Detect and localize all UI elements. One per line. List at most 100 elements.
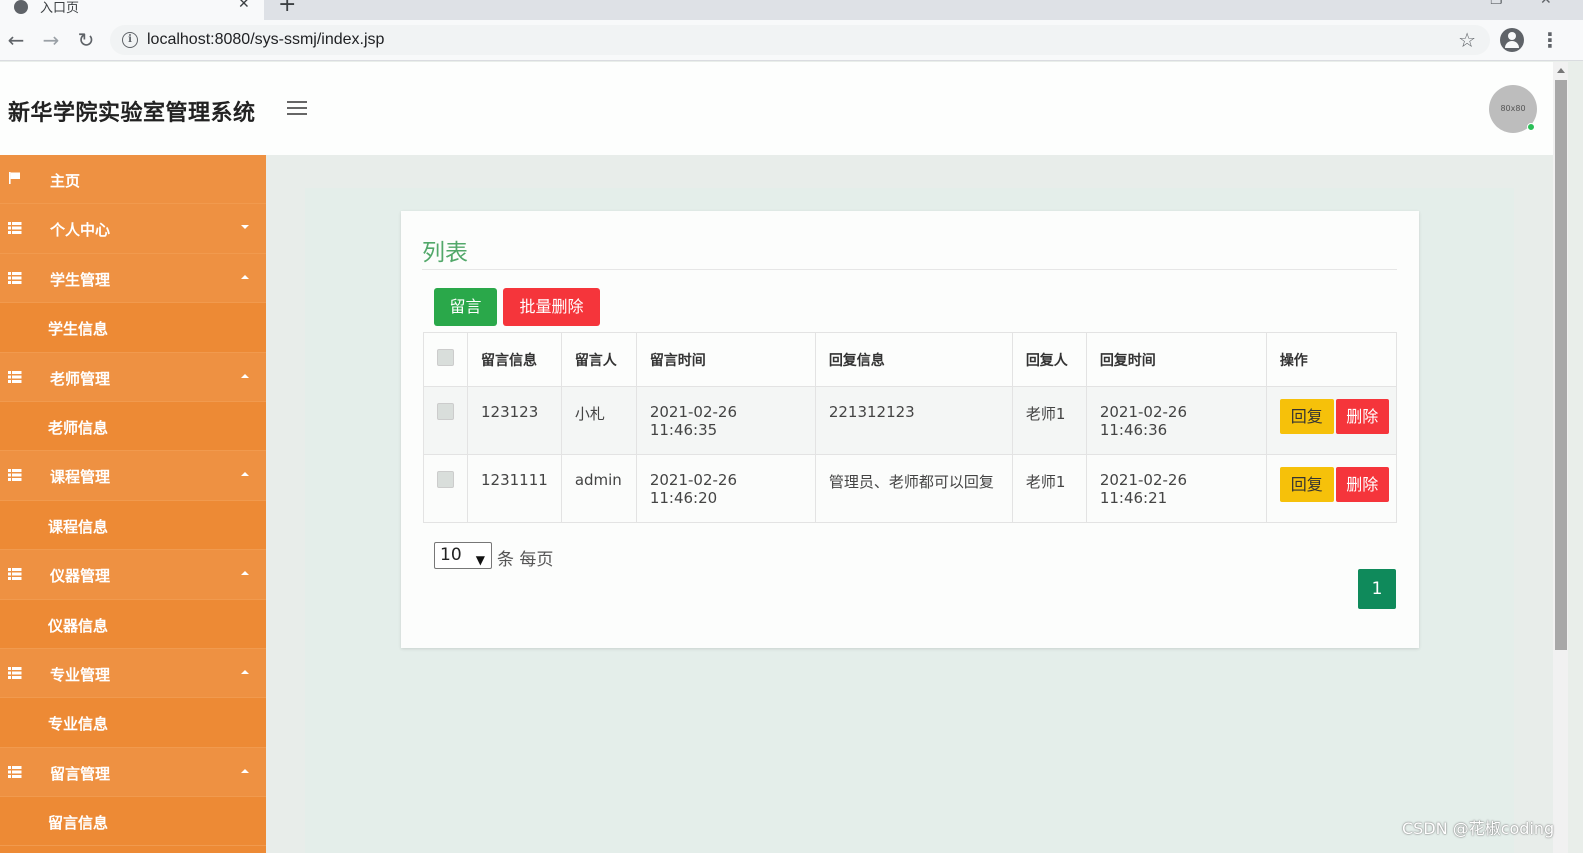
sidebar-item[interactable]: 主页	[0, 155, 266, 205]
sidebar-item[interactable]: 留言管理	[0, 747, 266, 798]
sidebar-item[interactable]: 专业信息	[0, 698, 266, 748]
sidebar-item[interactable]: 老师信息	[0, 401, 266, 452]
page-size-select[interactable]: 10 ▼	[434, 542, 492, 569]
app-title: 新华学院实验室管理系统	[8, 101, 256, 126]
close-icon[interactable]: ✕	[238, 0, 250, 12]
delete-button[interactable]: 删除	[1335, 467, 1389, 502]
sidebar-item-label: 仪器信息	[48, 616, 109, 635]
sidebar-item[interactable]: 留言信息	[0, 797, 266, 847]
row-checkbox-cell	[423, 454, 468, 523]
col-header-message[interactable]: 留言信息	[467, 332, 562, 387]
grid-icon	[8, 666, 22, 679]
col-header-reply[interactable]: 回复信息	[814, 332, 1013, 387]
table-cell: 2021-02-26 11:46:36	[1085, 386, 1267, 455]
delete-button[interactable]: 删除	[1335, 399, 1389, 434]
grid-icon	[8, 370, 22, 383]
sidebar-item-label: 专业管理	[50, 665, 111, 684]
back-icon[interactable]: ←	[4, 28, 28, 52]
table-row: 1231111 admin 2021-02-26 11:46:20 管理员、老师都可以…	[423, 454, 1398, 523]
row-checkbox[interactable]	[437, 471, 454, 488]
avatar[interactable]: 80x80	[1489, 85, 1537, 133]
sidebar-item-label: 留言管理	[50, 764, 111, 783]
online-status-dot	[1527, 123, 1535, 131]
sidebar-item[interactable]: 专业管理	[0, 648, 266, 699]
sidebar-item-label: 仪器管理	[50, 567, 111, 586]
caret-down-icon	[241, 225, 249, 230]
chevron-down-icon: ▼	[475, 553, 485, 567]
sidebar-item-label: 专业信息	[48, 715, 109, 734]
caret-up-icon	[241, 768, 249, 773]
sidebar-item[interactable]: 个人中心	[0, 204, 266, 254]
select-all-cell	[423, 332, 468, 387]
sidebar-item[interactable]: 仪器管理	[0, 550, 266, 600]
watermark: CSDN @花椒coding	[1402, 819, 1555, 838]
scrollbar[interactable]	[1553, 62, 1568, 853]
card-title: 列表	[422, 240, 468, 266]
bookmark-star-icon[interactable]: ☆	[1458, 28, 1476, 52]
caret-up-icon	[241, 274, 249, 279]
globe-icon	[14, 0, 28, 14]
scroll-thumb[interactable]	[1555, 80, 1567, 650]
browser-tab[interactable]: 入口页 ✕	[0, 0, 264, 20]
omnibox[interactable]: i localhost:8080/sys-ssmj/index.jsp ☆	[110, 25, 1490, 55]
new-tab-icon[interactable]: +	[278, 0, 296, 17]
batch-delete-button[interactable]: 批量删除	[503, 288, 600, 326]
sidebar-item[interactable]: 课程管理	[0, 451, 266, 501]
profile-icon[interactable]	[1500, 28, 1524, 52]
restore-icon[interactable]: ❐	[1490, 0, 1503, 8]
reload-icon[interactable]: ↻	[74, 28, 98, 52]
sidebar-item[interactable]: 学生信息	[0, 303, 266, 353]
url-text[interactable]: localhost:8080/sys-ssmj/index.jsp	[147, 31, 384, 49]
table-cell: 老师1	[1011, 454, 1087, 523]
table-cell: 管理员、老师都可以回复	[814, 454, 1013, 523]
col-header-author[interactable]: 留言人	[560, 332, 637, 387]
table-cell: admin	[560, 454, 637, 523]
select-all-checkbox[interactable]	[437, 349, 454, 366]
more-vert-icon[interactable]: ⋮	[1540, 28, 1560, 52]
grid-icon	[8, 222, 22, 235]
info-icon[interactable]: i	[122, 32, 138, 48]
table-cell: 小札	[560, 386, 637, 455]
caret-up-icon	[241, 669, 249, 674]
add-message-button[interactable]: 留言	[434, 288, 497, 326]
hamburger-icon[interactable]	[287, 101, 307, 117]
page-button-1[interactable]: 1	[1358, 569, 1396, 609]
reply-button[interactable]: 回复	[1279, 399, 1334, 434]
avatar-placeholder-text: 80x80	[1500, 104, 1526, 113]
per-page-label: 条 每页	[497, 550, 554, 570]
table-cell: 1231111	[467, 454, 562, 523]
actions-cell: 回复 删除	[1265, 454, 1398, 523]
sidebar-item-label: 留言信息	[48, 814, 109, 833]
table-cell: 2021-02-26 11:46:21	[1085, 454, 1267, 523]
list-card: 列表 留言 批量删除 留言信息 留言人 留言时间 回复信息 回复人 回复时间 操…	[401, 211, 1419, 648]
col-header-time[interactable]: 留言时间	[635, 332, 816, 387]
sidebar-item[interactable]: 老师管理	[0, 352, 266, 402]
grid-icon	[8, 271, 22, 284]
page-size-value: 10	[440, 545, 462, 565]
reply-button[interactable]: 回复	[1279, 467, 1334, 502]
caret-up-icon	[241, 373, 249, 378]
sidebar-item[interactable]: 课程信息	[0, 500, 266, 551]
grid-icon	[8, 568, 22, 581]
address-bar: ← → ↻ i localhost:8080/sys-ssmj/index.js…	[0, 20, 1583, 61]
scroll-up-icon[interactable]	[1557, 68, 1565, 73]
table-header-row: 留言信息 留言人 留言时间 回复信息 回复人 回复时间 操作	[423, 332, 1398, 387]
col-header-reply-time[interactable]: 回复时间	[1085, 332, 1267, 387]
table-cell: 221312123	[814, 386, 1013, 455]
table-cell: 123123	[467, 386, 562, 455]
row-checkbox-cell	[423, 386, 468, 455]
sidebar-item-label: 学生管理	[50, 270, 111, 289]
message-table: 留言信息 留言人 留言时间 回复信息 回复人 回复时间 操作 123123 小札 2…	[423, 332, 1398, 523]
sidebar-item[interactable]: 仪器信息	[0, 599, 266, 649]
grid-icon	[8, 765, 22, 778]
window-close-icon[interactable]: ✕	[1540, 0, 1552, 8]
sidebar-item-label: 课程信息	[48, 517, 109, 536]
caret-up-icon	[241, 571, 249, 576]
table-row: 123123 小札 2021-02-26 11:46:35 221312123 老师1 2…	[423, 386, 1398, 455]
browser-tabstrip: 入口页 ✕ + ❐ ✕	[0, 0, 1583, 20]
col-header-replier[interactable]: 回复人	[1011, 332, 1087, 387]
row-checkbox[interactable]	[437, 403, 454, 420]
sidebar-item[interactable]: 学生管理	[0, 253, 266, 304]
forward-icon[interactable]: →	[39, 28, 63, 52]
grid-icon	[8, 469, 22, 482]
